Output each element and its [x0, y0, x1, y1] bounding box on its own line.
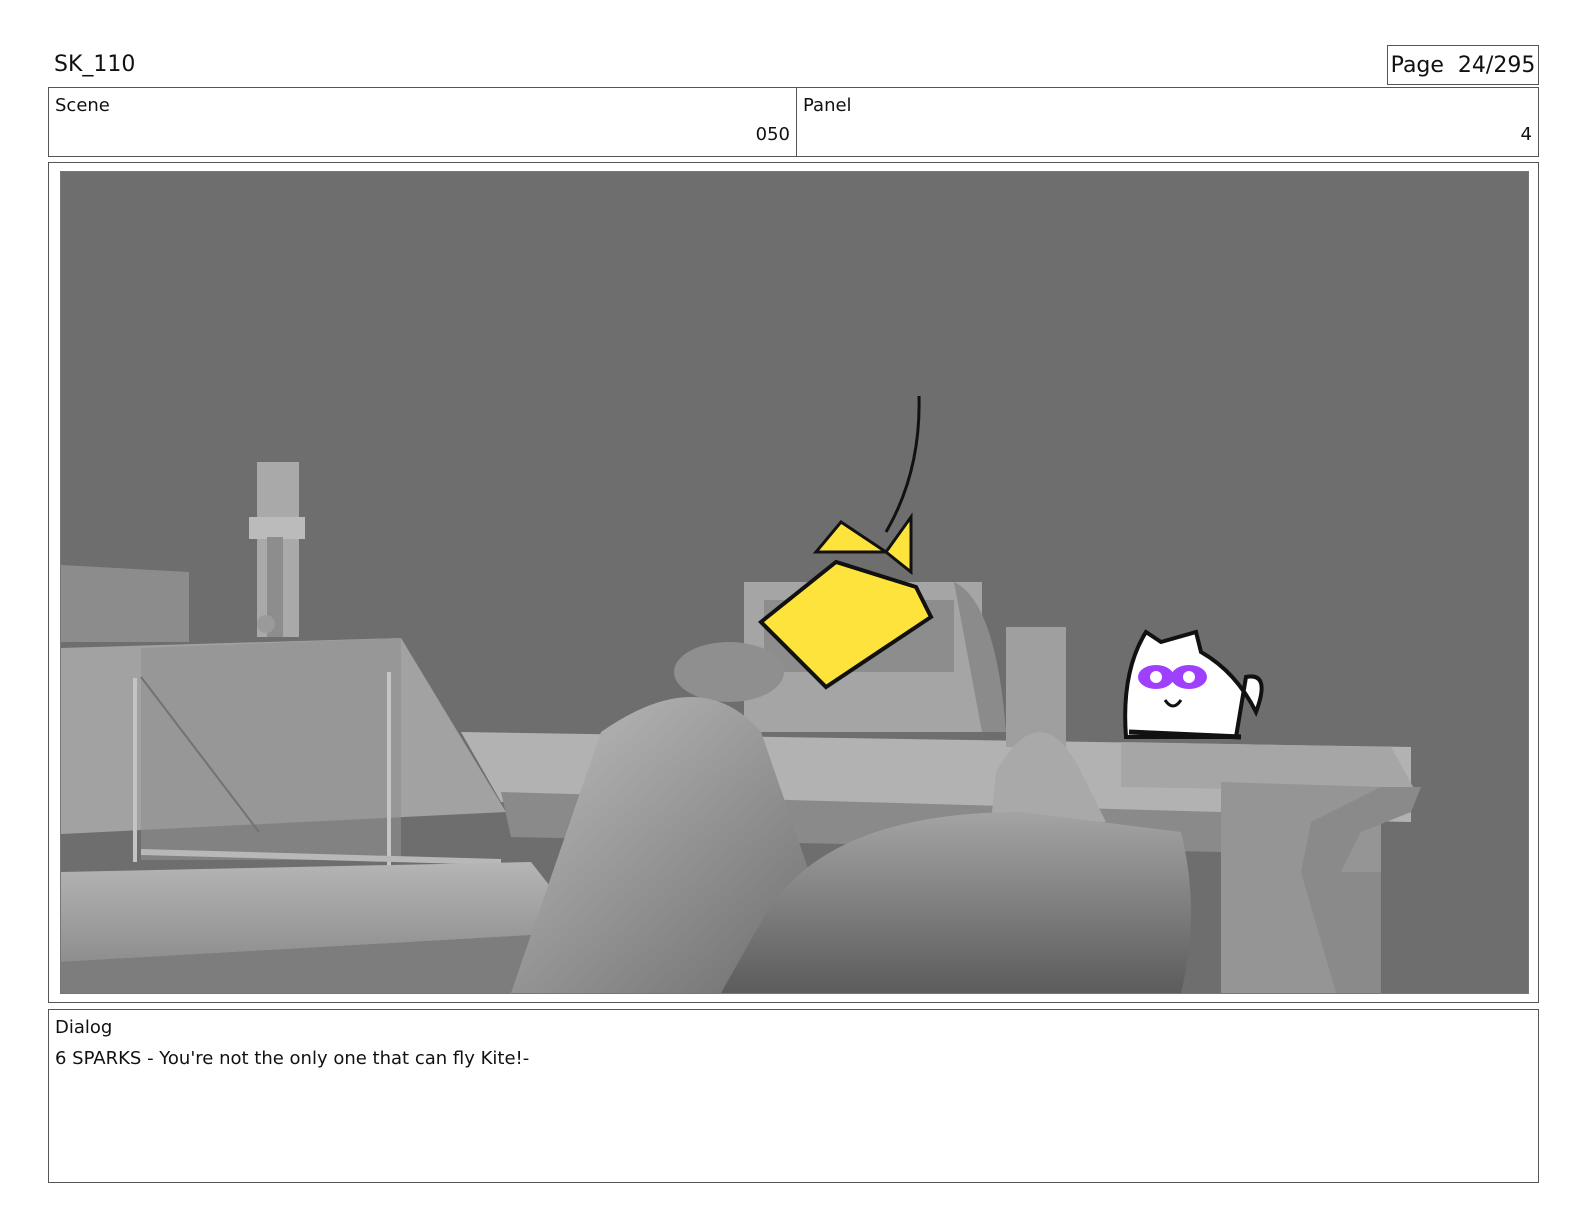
page-number: Page 24/295 [1387, 45, 1539, 85]
scene-cell: Scene 050 [49, 88, 797, 156]
panel-label: Panel [803, 95, 852, 116]
panel-frame [48, 162, 1539, 1003]
dialog-label: Dialog [55, 1017, 113, 1038]
scene-label: Scene [55, 95, 110, 116]
scene-panel-row: Scene 050 Panel 4 [48, 87, 1539, 157]
scene-value: 050 [755, 124, 790, 145]
dialog-section: Dialog 6 SPARKS - You're not the only on… [48, 1009, 1539, 1183]
panel-value: 4 [1520, 124, 1532, 145]
panel-artwork [60, 171, 1529, 994]
dialog-text: 6 SPARKS - You're not the only one that … [55, 1048, 530, 1069]
panel-cell: Panel 4 [797, 88, 1538, 156]
sheet-id: SK_110 [54, 52, 136, 77]
